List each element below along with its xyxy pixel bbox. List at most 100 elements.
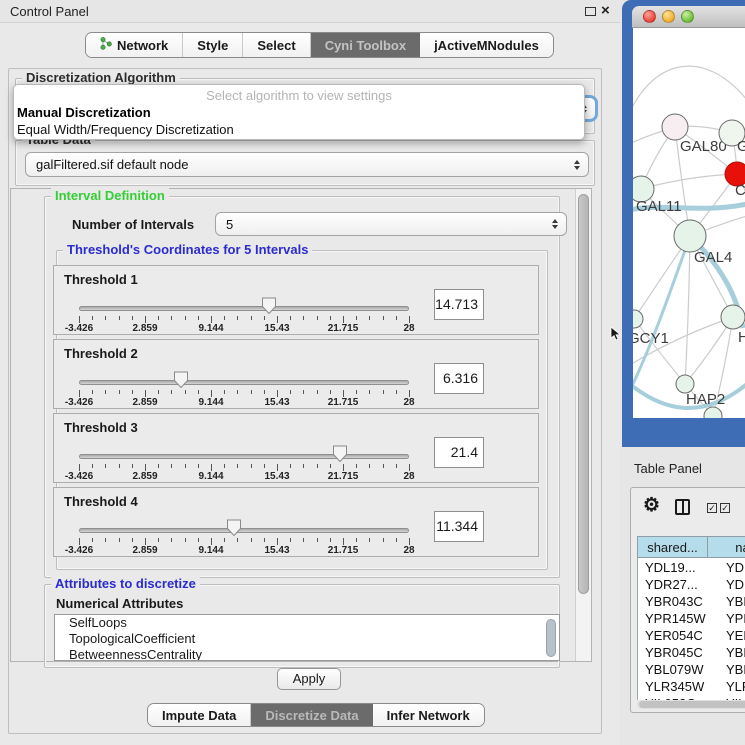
algorithm-option-manual[interactable]: Manual Discretization [17, 105, 151, 120]
threshold-slider-thumb[interactable] [332, 445, 348, 463]
checkbox-icon[interactable]: ✓ [720, 503, 730, 513]
threshold-value-field[interactable]: 6.316 [434, 363, 484, 394]
threshold-value-field[interactable]: 11.344 [434, 511, 484, 542]
tick-mark [317, 316, 318, 320]
number-of-intervals-combobox[interactable]: 5 [215, 212, 567, 236]
tab-jactivemnodules[interactable]: jActiveMNodules [420, 33, 553, 57]
close-traffic-light-icon[interactable] [643, 10, 656, 23]
table-data-selected-value: galFiltered.sif default node [36, 157, 188, 172]
attribute-list-item[interactable]: TopologicalCoefficient [55, 631, 559, 647]
gear-icon[interactable]: ⚙ [643, 494, 660, 517]
tick-mark [303, 464, 304, 468]
threshold-slider-thumb[interactable] [226, 519, 242, 537]
tick-mark [303, 390, 304, 394]
threshold-slider-track[interactable] [79, 528, 409, 533]
table-cell-shared-name: YBR045C [645, 645, 703, 660]
bottom-tab-impute-data[interactable]: Impute Data [148, 704, 251, 726]
network-graph: GAL80GCGAL11GAL4GCY1HHAP2 [633, 28, 745, 418]
split-table-icon[interactable] [675, 499, 690, 515]
table-cell-shared-name: YBR043C [645, 594, 703, 609]
threshold-value-field[interactable]: 21.4 [434, 437, 484, 468]
tick-mark [277, 390, 278, 397]
numerical-attributes-header: Numerical Attributes [56, 596, 183, 611]
tick-label: 28 [403, 471, 414, 482]
network-node-label: C [735, 182, 745, 199]
table-cell-name: YLR3 [726, 679, 745, 694]
algorithm-option-equal-width[interactable]: Equal Width/Frequency Discretization [17, 122, 234, 137]
tick-label: 15.43 [264, 471, 289, 482]
control-panel: Control Panel × NetworkStyleSelectCyni T… [0, 0, 620, 745]
apply-button[interactable]: Apply [277, 668, 341, 690]
tick-mark [224, 316, 225, 320]
tick-mark [290, 464, 291, 468]
tick-mark [290, 316, 291, 320]
vertical-scrollbar-thumb[interactable] [578, 194, 589, 594]
tab-network[interactable]: Network [86, 33, 183, 57]
tick-mark [237, 390, 238, 394]
table-cell-name: YBL0 [726, 662, 745, 677]
tick-mark [105, 390, 106, 394]
tick-label: 2.859 [132, 545, 157, 556]
float-window-icon[interactable] [585, 7, 596, 16]
close-icon[interactable]: × [601, 2, 610, 19]
network-edge [641, 174, 737, 189]
tick-mark [171, 390, 172, 394]
threshold-slider-thumb[interactable] [261, 297, 277, 315]
network-node-h[interactable] [721, 305, 745, 329]
horizontal-scrollbar-track[interactable] [637, 700, 745, 709]
tick-mark [119, 316, 120, 320]
tick-mark [158, 464, 159, 468]
tick-mark [185, 390, 186, 394]
table-data-combobox[interactable]: galFiltered.sif default node [25, 152, 589, 177]
tick-mark [198, 538, 199, 542]
checkbox-icon[interactable]: ✓ [707, 503, 717, 513]
tab-style[interactable]: Style [183, 33, 243, 57]
tab-cyni-toolbox[interactable]: Cyni Toolbox [311, 33, 420, 57]
threshold-slider-track[interactable] [79, 306, 409, 311]
tick-mark [409, 538, 410, 545]
network-node-gal4[interactable] [674, 220, 706, 252]
table-cell-name: YBR0 [726, 594, 745, 609]
attributes-scrollbar-thumb[interactable] [546, 619, 556, 657]
tick-label: 28 [403, 323, 414, 334]
tick-mark [409, 464, 410, 471]
tick-mark [145, 464, 146, 471]
table-column-header[interactable]: na [708, 537, 745, 557]
network-node-gcy1[interactable] [633, 310, 643, 328]
combo-spinner-icon [552, 219, 558, 229]
network-canvas[interactable]: GAL80GCGAL11GAL4GCY1HHAP2 [633, 28, 745, 418]
slider-ticks [79, 538, 409, 546]
threshold-panel: Threshold 4-3.4262.8599.14415.4321.71528… [53, 487, 539, 557]
threshold-slider-track[interactable] [79, 454, 409, 459]
attribute-list-item[interactable]: SelfLoops [55, 615, 559, 631]
minimize-traffic-light-icon[interactable] [662, 10, 675, 23]
attributes-group-label: Attributes to discretize [51, 576, 200, 591]
application-window: Control Panel × NetworkStyleSelectCyni T… [0, 0, 745, 745]
network-edge [634, 319, 685, 384]
tick-mark [92, 464, 93, 468]
vertical-scrollbar-track[interactable] [575, 189, 591, 662]
threshold-slider-thumb[interactable] [173, 371, 189, 389]
algorithm-popup-hint: Select algorithm to view settings [14, 88, 584, 103]
tick-mark [343, 316, 344, 323]
tick-mark [185, 464, 186, 468]
network-node-gal80[interactable] [662, 114, 688, 140]
threshold-slider-track[interactable] [79, 380, 409, 385]
tab-select[interactable]: Select [243, 33, 310, 57]
threshold-value-field[interactable]: 14.713 [434, 289, 484, 320]
tick-mark [396, 390, 397, 394]
tick-mark [356, 316, 357, 320]
table-column-header[interactable]: shared... [638, 537, 708, 557]
tick-label: -3.426 [65, 545, 93, 556]
numerical-attributes-list[interactable]: SelfLoopsTopologicalCoefficientBetweenne… [54, 614, 560, 661]
bottom-tab-infer-network[interactable]: Infer Network [373, 704, 484, 726]
tick-label: 9.144 [198, 397, 223, 408]
tick-mark [383, 390, 384, 394]
network-node-label: H [738, 329, 745, 346]
bottom-tab-discretize-data[interactable]: Discretize Data [251, 704, 372, 726]
zoom-traffic-light-icon[interactable] [681, 10, 694, 23]
tick-label: 9.144 [198, 471, 223, 482]
attribute-list-item[interactable]: BetweennessCentrality [55, 647, 559, 661]
tick-mark [92, 316, 93, 320]
horizontal-scrollbar-thumb[interactable] [639, 701, 745, 708]
